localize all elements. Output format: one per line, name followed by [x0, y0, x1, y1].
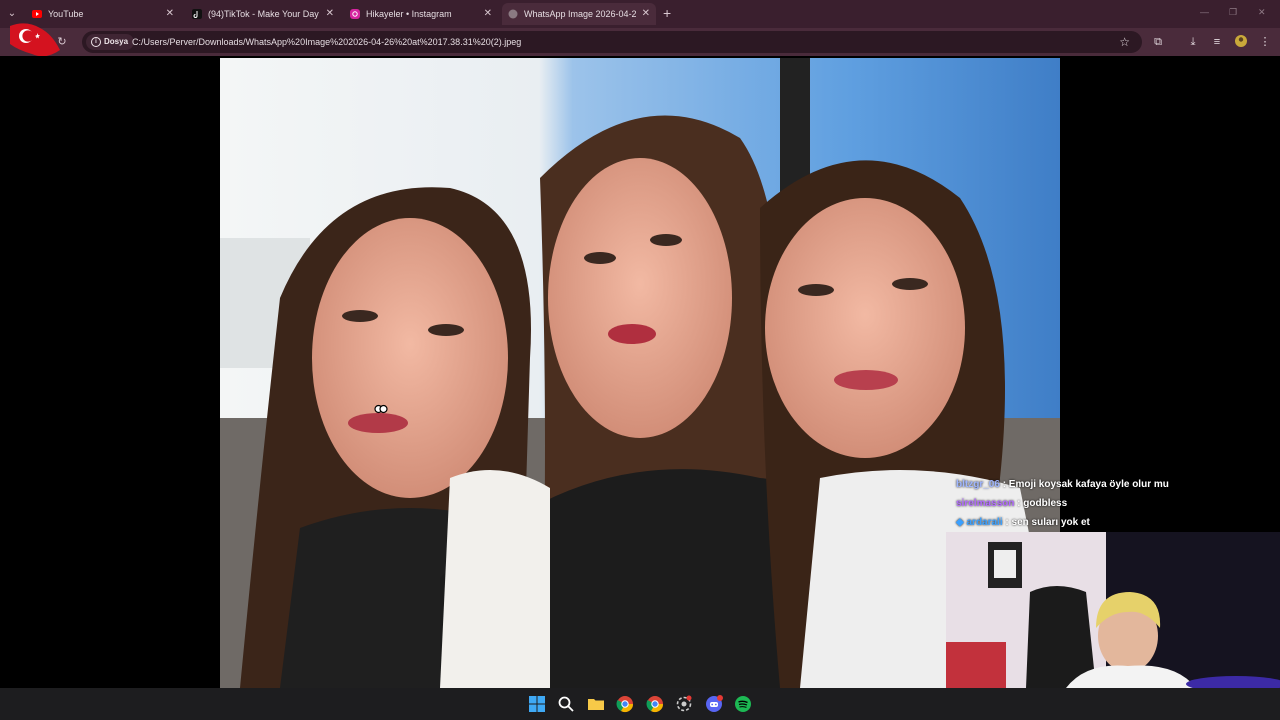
zoom-cursor-icon	[374, 404, 388, 414]
chat-text: : Emoji koysak kafaya öyle olur mu	[1002, 479, 1169, 490]
tab-strip: ⌄ YouTube ✕ (94)TikTok - Make Your Day ✕…	[0, 0, 1280, 28]
minimize-icon[interactable]: —	[1200, 7, 1209, 17]
info-icon: i	[91, 37, 101, 47]
windows-start-icon[interactable]	[528, 695, 546, 713]
chat-message: ◆ ardarali : sen suları yok et	[956, 513, 1276, 532]
chat-message: sirelmasson : godbless	[956, 494, 1276, 513]
youtube-icon	[32, 10, 42, 18]
tab-whatsapp-image[interactable]: WhatsApp Image 2026-04-26 a ✕	[502, 3, 656, 25]
turkish-flag-icon	[10, 23, 60, 57]
chat-username: ardarali	[966, 517, 1003, 528]
chat-username: bltzgr_06	[956, 479, 1000, 490]
toolbar: ↻ i Dosya C:/Users/Perver/Downloads/What…	[0, 28, 1280, 56]
chat-text: : godbless	[1017, 498, 1068, 509]
extensions-icon[interactable]: ⧉	[1150, 34, 1166, 50]
tab-instagram[interactable]: Hikayeler • Instagram ✕	[344, 3, 498, 25]
download-icon[interactable]: ⤓	[1185, 34, 1201, 50]
tab-title: WhatsApp Image 2026-04-26 a	[524, 9, 636, 19]
close-tab-icon[interactable]: ✕	[484, 3, 492, 25]
new-tab-plus-icon[interactable]: +	[663, 5, 671, 21]
omnibox[interactable]: i Dosya C:/Users/Perver/Downloads/WhatsA…	[82, 31, 1142, 53]
discord-icon[interactable]	[705, 695, 723, 713]
photo-image[interactable]	[220, 58, 1060, 688]
search-icon[interactable]	[557, 695, 575, 713]
file-explorer-icon[interactable]	[587, 695, 605, 713]
close-window-icon[interactable]: ✕	[1258, 7, 1266, 18]
maximize-icon[interactable]: ❐	[1229, 7, 1237, 18]
media-controls-icon[interactable]: ≡	[1209, 34, 1225, 50]
settings-icon[interactable]	[675, 695, 693, 713]
menu-kebab-icon[interactable]: ⋮	[1257, 34, 1273, 50]
profile-avatar-icon[interactable]	[1233, 34, 1249, 50]
chrome-icon[interactable]	[616, 695, 634, 713]
globe-icon	[508, 9, 518, 19]
chat-badge-icon: ◆	[956, 517, 964, 528]
spotify-icon[interactable]	[734, 695, 752, 713]
url-text[interactable]: C:/Users/Perver/Downloads/WhatsApp%20Ima…	[132, 31, 521, 53]
stream-chat-overlay: bltzgr_06 : Emoji koysak kafaya öyle olu…	[956, 475, 1276, 532]
chat-text: : sen suları yok et	[1005, 517, 1090, 528]
close-tab-icon[interactable]: ✕	[166, 3, 174, 25]
tab-tiktok[interactable]: (94)TikTok - Make Your Day ✕	[186, 3, 340, 25]
tiktok-icon	[192, 9, 202, 19]
close-tab-icon[interactable]: ✕	[326, 3, 334, 25]
bookmark-star-icon[interactable]: ☆	[1119, 31, 1130, 53]
webcam-overlay	[946, 532, 1280, 688]
chat-message: bltzgr_06 : Emoji koysak kafaya öyle olu…	[956, 475, 1276, 494]
tab-title: Hikayeler • Instagram	[366, 9, 452, 19]
close-tab-icon[interactable]: ✕	[642, 3, 650, 25]
tab-title: (94)TikTok - Make Your Day	[208, 9, 319, 19]
instagram-icon	[350, 9, 360, 19]
windows-taskbar	[0, 688, 1280, 720]
site-chip-label: Dosya	[104, 37, 129, 46]
site-info-chip[interactable]: i Dosya	[86, 34, 135, 50]
chrome-profile-icon[interactable]	[646, 695, 664, 713]
chat-username: sirelmasson	[956, 498, 1015, 509]
